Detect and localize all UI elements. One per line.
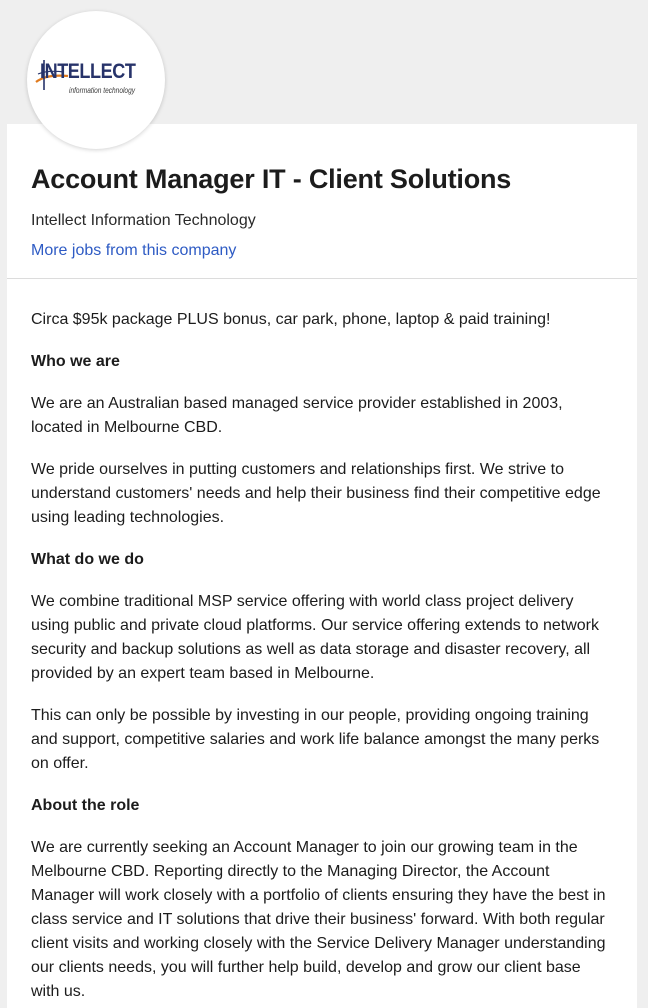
more-jobs-link[interactable]: More jobs from this company [31, 242, 236, 260]
section-heading-who-we-are: Who we are [31, 353, 120, 370]
paragraph-services: We combine traditional MSP service offer… [31, 593, 599, 682]
logo-mark: INTELLECT information technology [31, 50, 161, 110]
company-logo[interactable]: INTELLECT information technology [27, 11, 165, 149]
section-heading-about-role: About the role [31, 797, 140, 814]
paragraph-customers-first: We pride ourselves in putting customers … [31, 461, 601, 526]
job-card: Account Manager IT - Client Solutions In… [7, 124, 637, 1008]
package-summary: Circa $95k package PLUS bonus, car park,… [31, 311, 551, 328]
paragraph-about-company: We are an Australian based managed servi… [31, 395, 563, 436]
job-description: Circa $95k package PLUS bonus, car park,… [7, 279, 637, 1004]
section-heading-what-we-do: What do we do [31, 551, 144, 568]
logo-subtitle-text: information technology [69, 86, 136, 95]
paragraph-people: This can only be possible by investing i… [31, 707, 600, 772]
company-name: Intellect Information Technology [31, 212, 256, 229]
logo-brand-text: INTELLECT [40, 60, 136, 83]
job-title: Account Manager IT - Client Solutions [31, 164, 512, 194]
paragraph-role: We are currently seeking an Account Mana… [31, 839, 606, 1000]
